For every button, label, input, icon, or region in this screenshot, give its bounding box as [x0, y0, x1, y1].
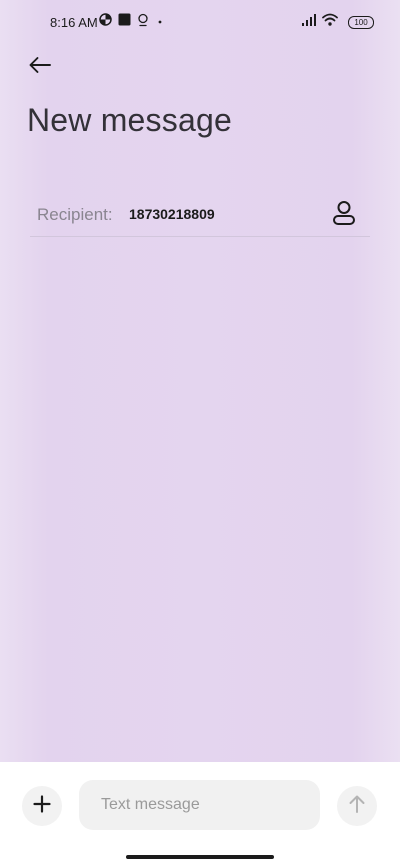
status-icons-left: [99, 13, 171, 32]
battery-icon: 100: [348, 15, 374, 29]
signal-icon: [302, 13, 316, 31]
back-arrow-icon: [28, 56, 52, 79]
person-icon: [332, 200, 356, 231]
plus-icon: [33, 794, 51, 818]
composer-bar: [0, 762, 400, 866]
contact-picker-button[interactable]: [328, 198, 360, 232]
status-time: 8:16 AM: [50, 15, 98, 30]
home-indicator[interactable]: [126, 855, 274, 859]
recipient-value[interactable]: 18730218809: [129, 206, 215, 222]
location-pin-icon: [137, 13, 149, 32]
message-input[interactable]: [79, 780, 320, 830]
square-app-icon: [118, 13, 131, 31]
page-title: New message: [27, 102, 232, 138]
dot-icon: [155, 13, 165, 31]
add-attachment-button[interactable]: [22, 786, 62, 826]
send-button[interactable]: [337, 786, 377, 826]
status-bar: 8:16 AM 100: [0, 0, 400, 44]
recipient-field[interactable]: Recipient: 18730218809: [30, 196, 370, 237]
recipient-label: Recipient:: [37, 205, 113, 224]
arrow-up-icon: [348, 794, 366, 819]
status-icons-right: 100: [302, 13, 374, 31]
back-button[interactable]: [22, 50, 58, 84]
wifi-icon: [322, 13, 338, 31]
data-saver-icon: [99, 13, 112, 31]
